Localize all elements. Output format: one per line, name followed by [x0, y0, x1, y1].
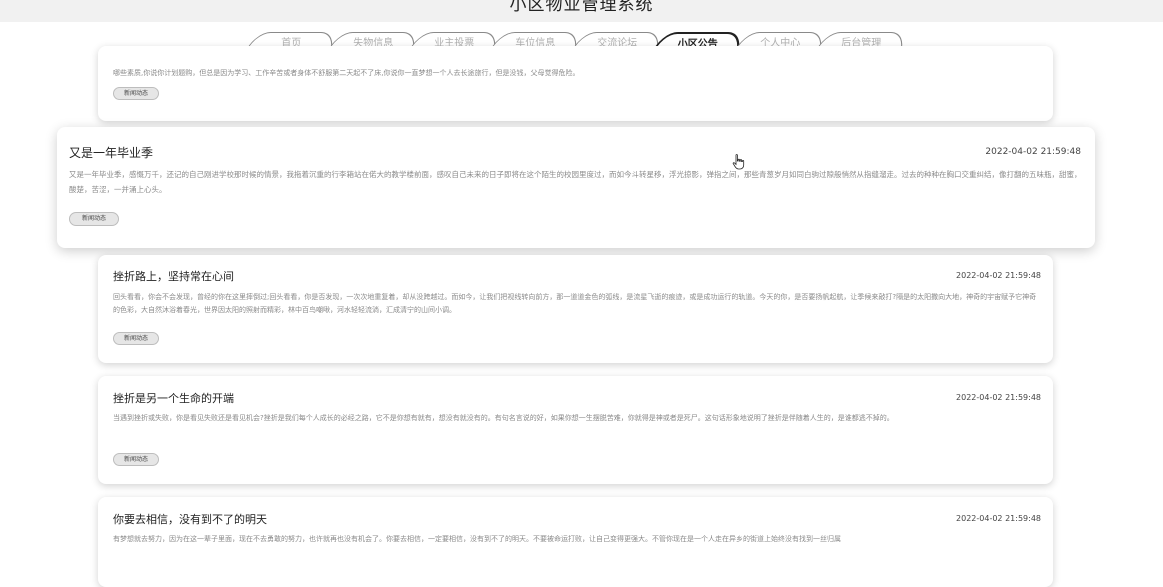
site-title: 小区物业管理系统: [509, 0, 654, 15]
notice-title[interactable]: 你要去相信，没有到不了的明天: [113, 511, 267, 527]
notice-title[interactable]: 挫折路上，坚持常在心间: [113, 268, 234, 284]
notice-tag[interactable]: 新闻动态: [113, 87, 159, 100]
app-header: 小区物业管理系统: [0, 0, 1163, 22]
notice-card[interactable]: 你要去相信，没有到不了的明天 2022-04-02 21:59:48 有梦想就去…: [98, 497, 1053, 587]
notice-card[interactable]: 挫折是另一个生命的开端 2022-04-02 21:59:48 当遇到挫折或失败…: [98, 376, 1053, 484]
hand-pointer-icon: [732, 154, 745, 170]
notice-body: 又是一年毕业季，感慨万千，还记的自己刚进学校那时候的情景，我拖着沉重的行李箱站在…: [69, 170, 1082, 194]
notice-date: 2022-04-02 21:59:48: [985, 147, 1081, 157]
notice-date: 2022-04-02 21:59:48: [956, 271, 1041, 280]
notice-tag[interactable]: 新闻动态: [69, 212, 119, 226]
notice-tag[interactable]: 新闻动态: [113, 453, 159, 466]
notice-body: 哪些素质,你说你计划题购，但总是因为学习、工作辛苦或者身体不舒服第二天起不了床,…: [113, 69, 580, 77]
notice-body: 有梦想就去努力，因为在这一辈子里面，现在不去勇敢的努力，也许就再也没有机会了。你…: [113, 535, 841, 543]
notice-tag[interactable]: 新闻动态: [113, 332, 159, 345]
notice-title[interactable]: 又是一年毕业季: [69, 144, 153, 161]
notice-date: 2022-04-02 21:59:48: [956, 393, 1041, 402]
notice-date: 2022-04-02 21:59:48: [956, 514, 1041, 523]
notice-card[interactable]: 哪些素质,你说你计划题购，但总是因为学习、工作辛苦或者身体不舒服第二天起不了床,…: [98, 46, 1053, 121]
notice-card[interactable]: 又是一年毕业季 2022-04-02 21:59:48 又是一年毕业季，感慨万千…: [57, 127, 1095, 248]
notice-body: 回头看看，你会不会发现，曾经的你在这里摔倒过;回头看看，你是否发现，一次次地重复…: [113, 293, 1037, 314]
notice-body: 当遇到挫折或失败，你是看见失败还是看见机会?挫折是我们每个人成长的必经之路，它不…: [113, 414, 894, 422]
notice-card[interactable]: 挫折路上，坚持常在心间 2022-04-02 21:59:48 回头看看，你会不…: [98, 255, 1053, 363]
notice-title[interactable]: 挫折是另一个生命的开端: [113, 390, 234, 406]
